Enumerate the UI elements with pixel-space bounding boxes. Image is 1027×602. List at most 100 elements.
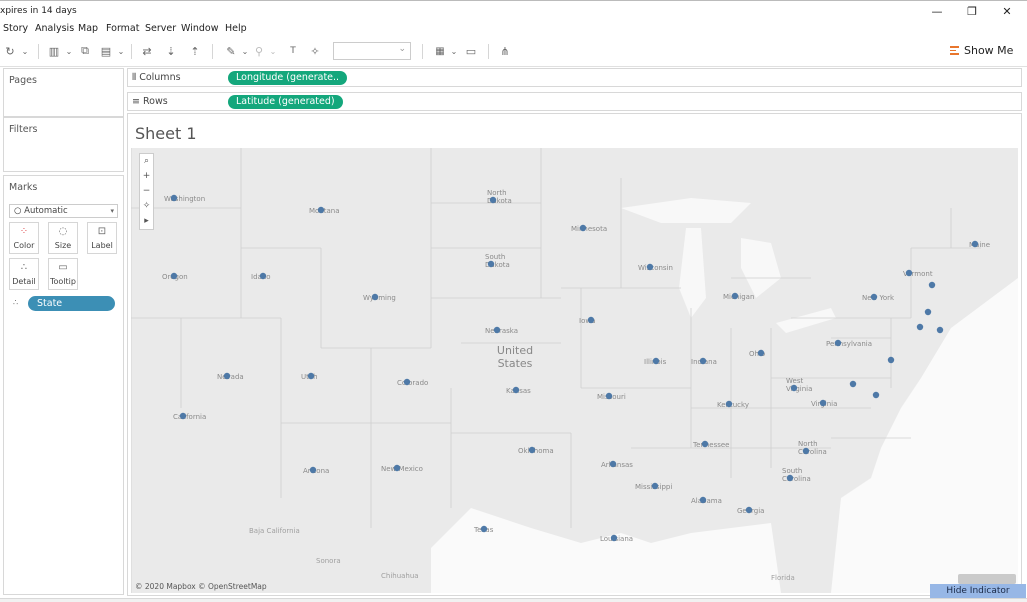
detail-button[interactable]: ∴ Detail: [9, 258, 39, 290]
zoom-out-button[interactable]: −: [140, 184, 153, 199]
state-point[interactable]: [786, 474, 794, 482]
swap-icon[interactable]: ⇄: [138, 43, 156, 59]
presentation-icon[interactable]: ▭: [462, 43, 480, 59]
show-cards-icon[interactable]: ▦: [431, 43, 449, 59]
sort-ascending-icon[interactable]: ⇣: [162, 43, 180, 59]
state-point[interactable]: [790, 384, 798, 392]
new-worksheet-icon[interactable]: ▥: [45, 43, 63, 59]
state-point[interactable]: [309, 466, 317, 474]
pin-map-icon[interactable]: ✧: [140, 199, 153, 214]
columns-shelf[interactable]: ⦀ Columns Longitude (generate..: [127, 68, 1022, 87]
state-point[interactable]: [579, 224, 587, 232]
chevron-down-icon[interactable]: ⌄: [116, 43, 126, 59]
chevron-down-icon[interactable]: ⌄: [240, 43, 250, 59]
sort-descending-icon[interactable]: ⇡: [186, 43, 204, 59]
state-point[interactable]: [493, 326, 501, 334]
state-point[interactable]: [725, 400, 733, 408]
chevron-down-icon[interactable]: ⌄: [20, 43, 30, 59]
state-point[interactable]: [605, 392, 613, 400]
state-point[interactable]: [646, 263, 654, 271]
restore-button[interactable]: ❐: [952, 1, 992, 21]
state-point[interactable]: [393, 464, 401, 472]
fit-dropdown[interactable]: [333, 42, 411, 60]
labels-icon[interactable]: T: [284, 43, 302, 59]
state-point[interactable]: [610, 534, 618, 542]
menu-map[interactable]: Map: [78, 23, 98, 34]
highlight-icon[interactable]: ✎: [222, 43, 240, 59]
map-view[interactable]: WashingtonOregonCaliforniaNevadaIdahoMon…: [131, 148, 1018, 593]
state-point[interactable]: [701, 440, 709, 448]
share-icon[interactable]: ⋔: [496, 43, 514, 59]
rows-shelf[interactable]: ≡ Rows Latitude (generated): [127, 92, 1022, 111]
longitude-pill[interactable]: Longitude (generate..: [228, 71, 348, 85]
menu-story[interactable]: Story: [3, 23, 28, 34]
state-point[interactable]: [757, 349, 765, 357]
state-point[interactable]: [699, 357, 707, 365]
state-point[interactable]: [223, 372, 231, 380]
state-point[interactable]: [971, 240, 979, 248]
state-point[interactable]: [259, 272, 267, 280]
state-point[interactable]: [528, 446, 536, 454]
state-point[interactable]: [403, 378, 411, 386]
duplicate-sheet-icon[interactable]: ⧉: [76, 43, 94, 59]
clear-sheet-icon[interactable]: ▤: [97, 43, 115, 59]
state-point[interactable]: [170, 194, 178, 202]
hide-indicator-button[interactable]: Hide Indicator: [930, 584, 1026, 599]
chevron-down-icon[interactable]: ⌄: [268, 43, 278, 59]
menu-server[interactable]: Server: [145, 23, 176, 34]
state-point[interactable]: [512, 386, 520, 394]
state-point[interactable]: [489, 196, 497, 204]
marks-type-dropdown[interactable]: ○ Automatic ▾: [9, 204, 118, 218]
state-point[interactable]: [307, 372, 315, 380]
state-point[interactable]: [480, 525, 488, 533]
menu-help[interactable]: Help: [225, 23, 247, 34]
state-point[interactable]: [802, 447, 810, 455]
state-point[interactable]: [936, 326, 944, 334]
state-point[interactable]: [870, 293, 878, 301]
refresh-icon[interactable]: ↻: [2, 43, 18, 59]
color-button[interactable]: ⁘ Color: [9, 222, 39, 254]
state-point[interactable]: [916, 323, 924, 331]
latitude-pill[interactable]: Latitude (generated): [228, 95, 343, 109]
group-icon[interactable]: ⚲: [250, 43, 268, 59]
map-canvas[interactable]: WashingtonOregonCaliforniaNevadaIdahoMon…: [131, 148, 1018, 593]
close-button[interactable]: ✕: [987, 1, 1027, 21]
minimize-button[interactable]: —: [917, 1, 957, 21]
state-point[interactable]: [924, 308, 932, 316]
pages-card[interactable]: Pages: [3, 68, 124, 117]
state-point[interactable]: [609, 460, 617, 468]
chevron-down-icon[interactable]: ⌄: [449, 43, 459, 59]
state-point[interactable]: [905, 269, 913, 277]
state-point[interactable]: [731, 292, 739, 300]
menu-analysis[interactable]: Analysis: [35, 23, 74, 34]
state-point[interactable]: [872, 391, 880, 399]
filters-card[interactable]: Filters: [3, 117, 124, 172]
state-point[interactable]: [699, 496, 707, 504]
state-point[interactable]: [745, 506, 753, 514]
state-point[interactable]: [179, 412, 187, 420]
map-search-icon[interactable]: ⌕: [140, 154, 153, 169]
state-point[interactable]: [651, 482, 659, 490]
menu-format[interactable]: Format: [106, 23, 139, 34]
state-point[interactable]: [317, 206, 325, 214]
state-point[interactable]: [834, 339, 842, 347]
state-point[interactable]: [652, 357, 660, 365]
state-pill[interactable]: State: [28, 296, 115, 311]
state-point[interactable]: [587, 316, 595, 324]
pin-icon[interactable]: ✧: [306, 43, 324, 59]
tooltip-button[interactable]: ▭ Tooltip: [48, 258, 78, 290]
state-point[interactable]: [170, 272, 178, 280]
label-button[interactable]: ⊡ Label: [87, 222, 117, 254]
size-button[interactable]: ◌ Size: [48, 222, 78, 254]
state-point[interactable]: [371, 293, 379, 301]
menu-window[interactable]: Window: [181, 23, 218, 34]
zoom-in-button[interactable]: +: [140, 169, 153, 184]
state-point[interactable]: [849, 380, 857, 388]
state-point[interactable]: [819, 399, 827, 407]
state-point[interactable]: [487, 260, 495, 268]
state-point[interactable]: [887, 356, 895, 364]
expand-arrow-icon[interactable]: ▸: [140, 214, 153, 229]
state-point[interactable]: [928, 281, 936, 289]
chevron-down-icon[interactable]: ⌄: [64, 43, 74, 59]
show-me-button[interactable]: Show Me: [950, 44, 1013, 57]
